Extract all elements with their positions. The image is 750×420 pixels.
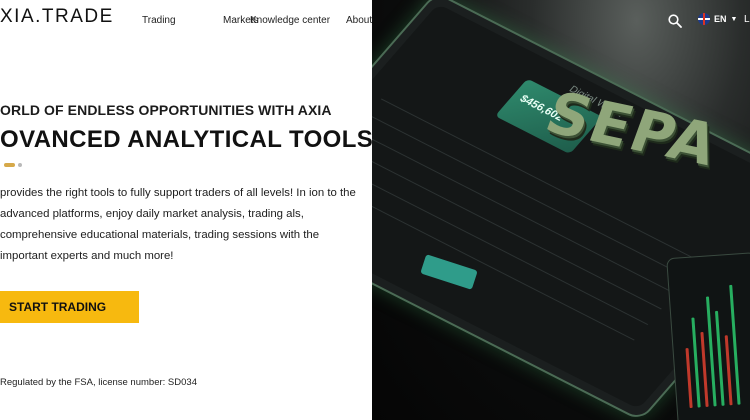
carousel-dot-active[interactable] [4,163,15,167]
chart-bar [685,348,693,409]
login-link[interactable]: L [744,14,750,25]
language-code: EN [714,14,727,24]
chevron-down-icon: ▼ [730,15,738,23]
regulation-note: Regulated by the FSA, license number: SD… [0,377,197,388]
language-selector[interactable]: EN ▼ [698,13,737,25]
search-icon[interactable] [668,14,682,28]
nav-trading[interactable]: Trading [142,15,176,26]
nav-knowledge-center[interactable]: Knowledge center [250,15,330,26]
brand-logo[interactable]: XIA.TRADE [0,6,114,28]
nav-about[interactable]: About [346,15,372,26]
hero-description: provides the right tools to fully suppor… [0,187,356,262]
hero-title: OVANCED ANALYTICAL TOOLS [0,126,374,153]
uk-flag-icon [698,13,710,25]
chart-bar [691,317,701,408]
chart-bar [714,310,725,406]
chart-bar [724,335,733,406]
hero-visual-panel: Digital Wallet $456,602 SEPA EN ▼ L [372,0,750,420]
carousel-dot[interactable] [18,163,22,167]
carousel-indicator[interactable] [4,163,22,167]
mobile-chart-mockup [666,252,750,420]
chart-bar [700,331,709,407]
hero-subtitle: ORLD OF ENDLESS OPPORTUNITIES WITH AXIA [0,102,332,118]
start-trading-button[interactable]: START TRADING [0,291,139,323]
table-row-divider [372,160,649,325]
